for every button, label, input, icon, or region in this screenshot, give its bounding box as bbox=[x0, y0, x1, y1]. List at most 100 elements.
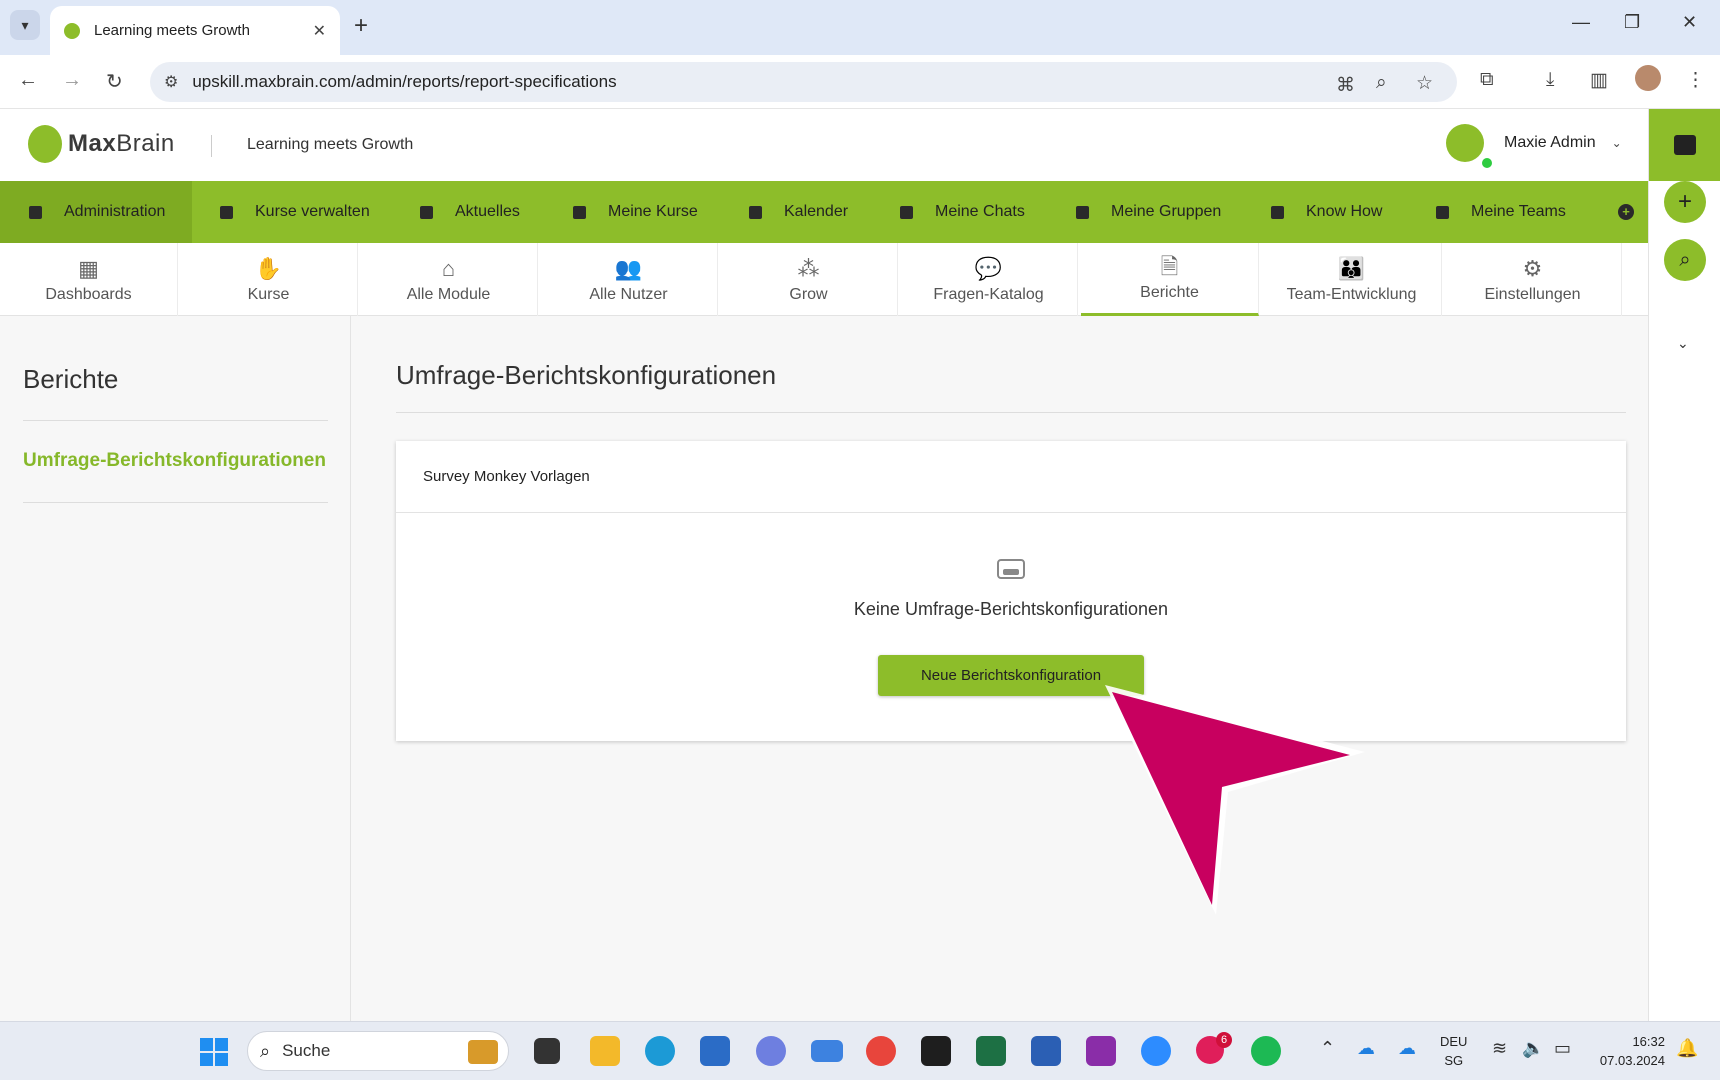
tab-fragen-katalog[interactable]: 💬 Fragen-Katalog bbox=[900, 243, 1078, 316]
user-menu[interactable]: Maxie Admin ⌄ bbox=[1446, 124, 1622, 168]
chat-icon bbox=[900, 205, 913, 219]
dashboard-icon bbox=[29, 205, 42, 219]
admin-sub-navigation: ▦ Dashboards ✋ Kurse ⌂ Alle Module 👥 All… bbox=[0, 243, 1648, 316]
reload-icon[interactable]: ↻ bbox=[106, 69, 123, 94]
new-tab-icon[interactable]: + bbox=[354, 12, 368, 40]
download-icon[interactable]: ⤓ bbox=[1546, 69, 1554, 91]
site-info-icon[interactable]: ⚙ bbox=[164, 72, 178, 92]
gears-icon: ⚙ bbox=[1522, 255, 1543, 281]
online-status-dot bbox=[1482, 158, 1492, 168]
clock[interactable]: 16:32 07.03.2024 bbox=[1590, 1032, 1665, 1070]
nav-item-kalender[interactable]: Kalender bbox=[749, 181, 848, 243]
nav-item-meine-kurse[interactable]: Meine Kurse bbox=[573, 181, 698, 243]
side-panel-icon[interactable]: ▥ bbox=[1590, 69, 1608, 92]
notification-bell-icon[interactable]: 🔔 bbox=[1676, 1038, 1698, 1059]
brain-logo-icon bbox=[28, 125, 62, 163]
store-icon[interactable] bbox=[700, 1036, 730, 1066]
nav-item-know-how[interactable]: Know How bbox=[1271, 181, 1382, 243]
chrome-icon[interactable] bbox=[866, 1036, 896, 1066]
nav-label: Administration bbox=[64, 203, 166, 220]
onenote-icon[interactable] bbox=[1086, 1036, 1116, 1066]
slack-badge: 6 bbox=[1216, 1032, 1232, 1048]
tab-dashboards[interactable]: ▦ Dashboards bbox=[0, 243, 178, 316]
chevron-down-icon: ⌄ bbox=[1611, 136, 1622, 150]
card-title: Survey Monkey Vorlagen bbox=[396, 441, 1626, 513]
close-window-icon[interactable]: ✕ bbox=[1682, 12, 1697, 33]
taskbar-search-label: Suche bbox=[282, 1041, 331, 1060]
tab-label: Alle Module bbox=[406, 285, 491, 303]
tab-berichte[interactable]: 🗎 Berichte bbox=[1081, 243, 1259, 316]
spotify-icon[interactable] bbox=[1251, 1036, 1281, 1066]
close-tab-icon[interactable]: ✕ bbox=[313, 21, 326, 41]
profile-avatar[interactable] bbox=[1635, 65, 1661, 91]
header-divider bbox=[211, 135, 212, 157]
onedrive-icon[interactable]: ☁ bbox=[1398, 1038, 1416, 1059]
zoom-icon[interactable]: ⌕ bbox=[1376, 72, 1387, 94]
course-icon: ✋ bbox=[254, 255, 283, 281]
tab-label: Grow bbox=[789, 285, 828, 303]
zoom-icon[interactable] bbox=[1141, 1036, 1171, 1066]
taskbar-search[interactable]: ⌕ Suche bbox=[247, 1031, 509, 1071]
nav-item-kurse-verwalten[interactable]: Kurse verwalten bbox=[220, 181, 370, 243]
tab-team-entwicklung[interactable]: 👪 Team-Entwicklung bbox=[1262, 243, 1442, 316]
left-panel-title: Berichte bbox=[23, 364, 119, 394]
extensions-icon[interactable]: ⧉ bbox=[1480, 69, 1494, 91]
divider bbox=[23, 502, 328, 503]
battery-icon[interactable]: ▭ bbox=[1554, 1038, 1571, 1059]
chevron-up-icon[interactable]: ⌃ bbox=[1320, 1038, 1335, 1059]
back-icon[interactable]: ← bbox=[18, 69, 38, 92]
excel-icon[interactable] bbox=[976, 1036, 1006, 1066]
url-field[interactable]: ⚙ upskill.maxbrain.com/admin/reports/rep… bbox=[150, 62, 1457, 102]
add-button[interactable]: + bbox=[1664, 181, 1706, 223]
translate-icon[interactable]: ⌘ bbox=[1336, 74, 1355, 97]
nav-item-aktuelles[interactable]: Aktuelles bbox=[420, 181, 520, 243]
restore-icon[interactable]: ❐ bbox=[1624, 12, 1640, 33]
task-view-icon[interactable] bbox=[534, 1038, 560, 1064]
todo-icon[interactable] bbox=[811, 1040, 843, 1062]
tab-alle-module[interactable]: ⌂ Alle Module bbox=[360, 243, 538, 316]
file-explorer-icon[interactable] bbox=[590, 1036, 620, 1066]
edge-icon[interactable] bbox=[645, 1036, 675, 1066]
bookmark-star-icon[interactable]: ☆ bbox=[1416, 72, 1433, 95]
chevron-down-icon[interactable]: ⌄ bbox=[1677, 335, 1689, 352]
nav-label: Aktuelles bbox=[455, 203, 520, 220]
nav-item-meine-gruppen[interactable]: Meine Gruppen bbox=[1076, 181, 1221, 243]
cursor-arrow-icon bbox=[1105, 685, 1365, 915]
sidebar-item-umfrage-berichtskonfigurationen[interactable]: Umfrage-Berichtskonfigurationen bbox=[23, 450, 326, 472]
figma-icon[interactable] bbox=[921, 1036, 951, 1066]
affinity-icon[interactable] bbox=[756, 1036, 786, 1066]
nav-label: Kurse verwalten bbox=[255, 203, 370, 220]
volume-icon[interactable]: 🔈 bbox=[1522, 1038, 1544, 1059]
page-title: Umfrage-Berichtskonfigurationen bbox=[396, 360, 777, 390]
nav-item-meine-chats[interactable]: Meine Chats bbox=[900, 181, 1025, 243]
forward-icon[interactable]: → bbox=[62, 69, 82, 92]
nav-label: Meine Teams bbox=[1471, 203, 1566, 220]
brand-light: Brain bbox=[116, 130, 175, 157]
search-icon: ⌕ bbox=[260, 1040, 271, 1061]
url-text: upskill.maxbrain.com/admin/reports/repor… bbox=[192, 72, 617, 91]
wifi-icon[interactable]: ≋ bbox=[1492, 1038, 1507, 1059]
language-indicator[interactable]: DEU SG bbox=[1440, 1032, 1467, 1070]
tab-einstellungen[interactable]: ⚙ Einstellungen bbox=[1444, 243, 1622, 316]
maxbrain-logo[interactable]: MaxBrain bbox=[28, 125, 175, 163]
nav-item-meine-teams[interactable]: Meine Teams bbox=[1436, 181, 1566, 243]
tab-label: Berichte bbox=[1140, 284, 1199, 301]
tab-alle-nutzer[interactable]: 👥 Alle Nutzer bbox=[540, 243, 718, 316]
tab-search-icon[interactable]: ▾ bbox=[10, 10, 40, 40]
browser-tab[interactable]: Learning meets Growth ✕ bbox=[50, 6, 340, 55]
tab-grow[interactable]: ⁂ Grow bbox=[720, 243, 898, 316]
nav-item-administration[interactable]: Administration bbox=[0, 181, 192, 243]
minimize-icon[interactable]: — bbox=[1572, 12, 1590, 33]
word-icon[interactable] bbox=[1031, 1036, 1061, 1066]
windows-start-icon[interactable] bbox=[200, 1038, 228, 1066]
onedrive-icon[interactable]: ☁ bbox=[1357, 1038, 1375, 1059]
book-icon bbox=[1271, 205, 1284, 219]
menu-dots-icon[interactable]: ⋮ bbox=[1686, 69, 1705, 92]
search-button[interactable]: ⌕ bbox=[1664, 239, 1706, 281]
tab-kurse[interactable]: ✋ Kurse bbox=[180, 243, 358, 316]
chat-toggle-button[interactable] bbox=[1649, 109, 1720, 181]
dashboard-icon: ▦ bbox=[78, 255, 99, 281]
more-nav-icon[interactable]: + bbox=[1618, 204, 1634, 220]
nav-label: Meine Chats bbox=[935, 203, 1025, 220]
tab-label: Alle Nutzer bbox=[589, 285, 668, 303]
